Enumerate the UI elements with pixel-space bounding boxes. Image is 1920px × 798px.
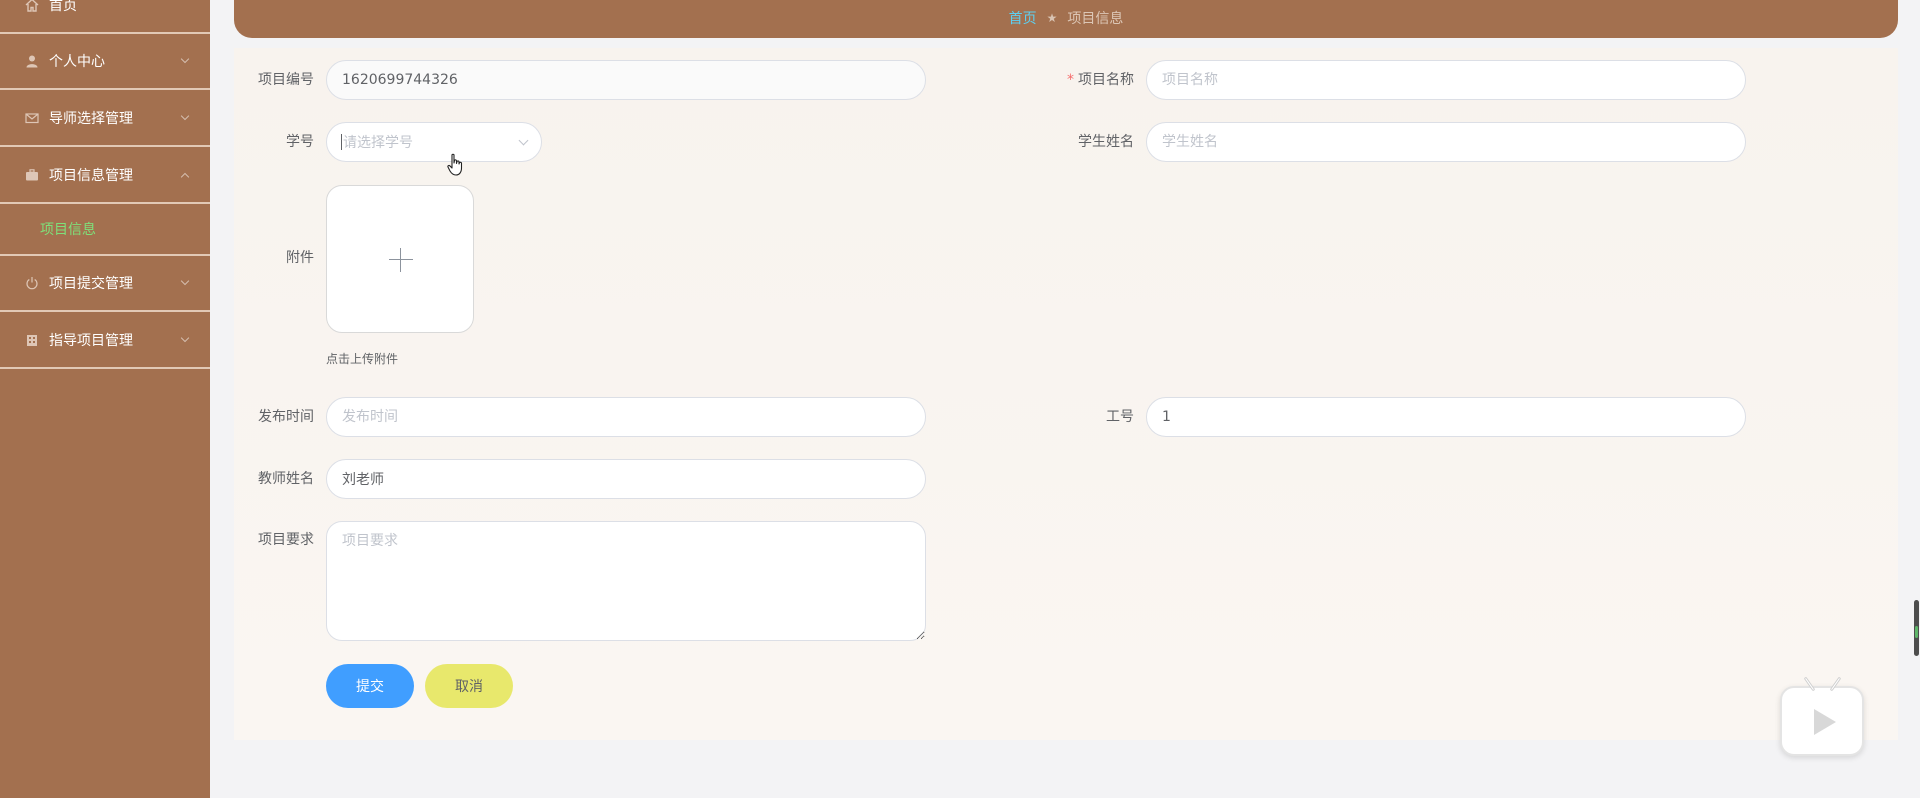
project-no-input[interactable] <box>326 60 926 100</box>
power-icon <box>24 275 40 291</box>
chevron-down-icon <box>180 333 190 343</box>
sidebar-item-label: 项目信息管理 <box>49 168 133 184</box>
page-scrollbar[interactable] <box>1914 0 1920 798</box>
teacher-name-label: 教师姓名 <box>258 471 314 487</box>
submit-button[interactable]: 提交 <box>326 664 414 708</box>
project-name-label-text: 项目名称 <box>1078 72 1134 88</box>
sidebar-item-tutor-selection[interactable]: 导师选择管理 <box>0 91 210 147</box>
sidebar-item-label: 项目提交管理 <box>49 276 133 292</box>
chevron-down-icon <box>180 54 190 64</box>
upload-tip: 点击上传附件 <box>326 352 399 366</box>
attachment-label: 附件 <box>286 250 314 266</box>
student-no-select[interactable]: 请选择学号 <box>326 122 542 162</box>
sidebar-item-project-submission[interactable]: 项目提交管理 <box>0 256 210 312</box>
publish-time-label: 发布时间 <box>258 409 314 425</box>
briefcase-icon <box>24 167 40 183</box>
star-separator-icon: ★ <box>1046 11 1058 25</box>
mail-icon <box>24 110 40 126</box>
sidebar-item-label: 指导项目管理 <box>49 333 133 349</box>
building-icon <box>24 332 40 348</box>
teacher-name-input[interactable] <box>326 459 926 499</box>
cancel-button[interactable]: 取消 <box>425 664 513 708</box>
project-form-card: 项目编号 *项目名称 学号 请选择学号 学生姓名 附件 点击上传附件 发布时间 … <box>234 48 1898 740</box>
student-name-input[interactable] <box>1146 122 1746 162</box>
attachment-upload-button[interactable] <box>326 185 474 333</box>
video-player-widget[interactable] <box>1780 676 1864 756</box>
project-name-label: * 项目名称 <box>1054 70 1134 90</box>
required-mark: * <box>1067 72 1074 88</box>
chevron-up-icon <box>180 172 190 182</box>
chevron-down-icon <box>180 111 190 121</box>
chevron-down-icon <box>180 276 190 286</box>
sidebar-item-label: 首页 <box>49 0 77 14</box>
requirement-label: 项目要求 <box>258 532 314 548</box>
hand-pointer-cursor-icon <box>447 153 465 181</box>
sidebar-item-project-info[interactable]: 项目信息管理 <box>0 148 210 204</box>
publish-time-input[interactable] <box>326 397 926 437</box>
student-no-placeholder: 请选择学号 <box>343 135 413 151</box>
plus-icon-stroke <box>400 248 401 272</box>
user-icon <box>24 53 40 69</box>
teacher-no-input[interactable] <box>1146 397 1746 437</box>
sidebar-subitem-project-info[interactable]: 项目信息 <box>0 204 210 256</box>
breadcrumb-current: 项目信息 <box>1067 11 1124 27</box>
home-icon <box>24 0 40 13</box>
sidebar: 首页 个人中心 导师选择管理 项目信息管理 项目信息 项目提交管理 指导项目管理 <box>0 0 210 798</box>
sidebar-item-label: 个人中心 <box>49 54 105 70</box>
sidebar-item-guidance-project[interactable]: 指导项目管理 <box>0 313 210 369</box>
scrollbar-thumb[interactable] <box>1914 600 1919 656</box>
breadcrumb-home-link[interactable]: 首页 <box>1009 8 1037 28</box>
project-name-input[interactable] <box>1146 60 1746 100</box>
text-caret <box>341 134 342 150</box>
sidebar-item-home[interactable]: 首页 <box>0 0 210 34</box>
breadcrumb: 首页 ★ 项目信息 <box>234 0 1898 38</box>
student-no-label: 学号 <box>286 134 314 150</box>
teacher-no-label: 工号 <box>1106 409 1134 425</box>
play-icon <box>1814 709 1836 735</box>
requirement-textarea[interactable] <box>326 521 926 641</box>
student-name-label: 学生姓名 <box>1078 134 1134 150</box>
sidebar-item-personal-center[interactable]: 个人中心 <box>0 34 210 90</box>
chevron-down-icon <box>518 135 529 146</box>
sidebar-item-label: 导师选择管理 <box>49 111 133 127</box>
project-no-label: 项目编号 <box>258 72 314 88</box>
plus-icon <box>389 259 413 260</box>
